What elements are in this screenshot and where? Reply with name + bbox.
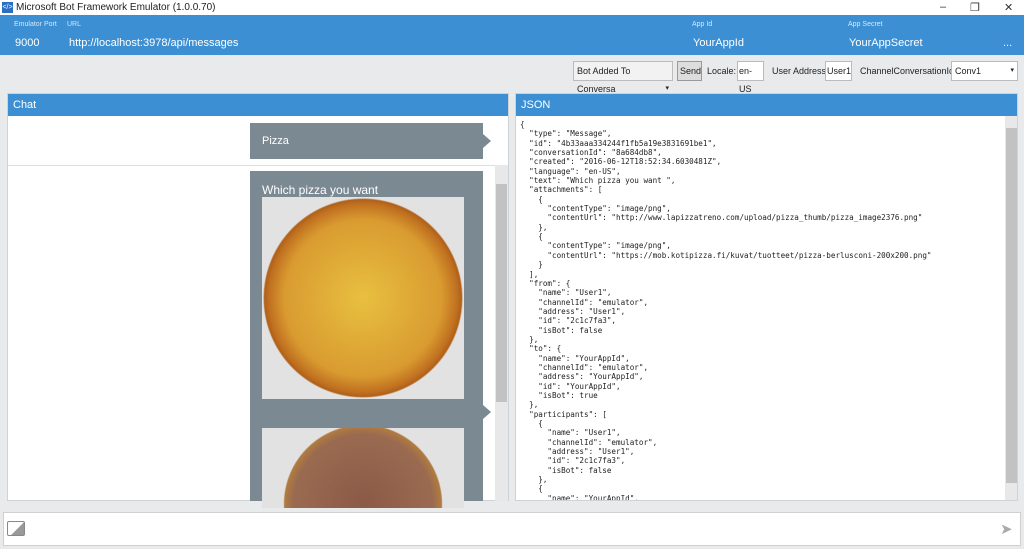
json-line: "contentType": "image/png", — [520, 241, 671, 251]
json-line: "name": "YourAppId", — [520, 493, 639, 501]
json-line: "id": "2c1c7fa3", — [520, 456, 626, 466]
more-button[interactable]: ... — [1003, 37, 1012, 49]
window-title: Microsoft Bot Framework Emulator (1.0.0.… — [16, 2, 216, 13]
send-activity-button[interactable]: Send — [677, 61, 702, 81]
app-icon: </> — [2, 2, 13, 13]
conversation-id-value: Conv1 — [955, 66, 982, 76]
message-input[interactable] — [32, 517, 982, 543]
json-line: }, — [520, 475, 548, 485]
json-line: "attachments": [ — [520, 185, 603, 195]
json-line: ], — [520, 269, 539, 279]
json-line: "name": "User1", — [520, 288, 612, 298]
json-line: "name": "YourAppId", — [520, 353, 630, 363]
json-line: "channelId": "emulator", — [520, 437, 658, 447]
json-line: }, — [520, 222, 548, 232]
json-line: "conversationId": "8a684db8", — [520, 148, 662, 158]
user-address-field[interactable]: User1 — [825, 61, 852, 81]
chat-panel: Chat Pizza Which pizza you want — [7, 93, 509, 508]
json-line: "id": "YourAppId", — [520, 381, 621, 391]
json-line: "id": "4b33aaa334244f1fb5a19e3831691be1"… — [520, 138, 717, 148]
json-line: "isBot": false — [520, 325, 603, 335]
json-line: { — [520, 419, 543, 428]
user-address-label: User Address: — [772, 66, 829, 76]
json-line: "address": "User1", — [520, 447, 635, 457]
chat-scrollbar-thumb[interactable] — [496, 184, 507, 402]
bot-message-bubble[interactable]: Which pizza you want — [250, 171, 483, 508]
minimize-button[interactable]: – — [940, 1, 946, 13]
json-line: "text": "Which pizza you want ", — [520, 176, 676, 186]
activity-select[interactable]: Bot Added To Conversa ▾ — [573, 61, 673, 94]
json-content: { "type": "Message", "id": "4b33aaa33424… — [520, 120, 932, 501]
user-message-text: Pizza — [262, 135, 289, 147]
json-line: "contentUrl": "http://www.lapizzatreno.c… — [520, 213, 923, 223]
pizza-image-2[interactable] — [262, 428, 464, 508]
json-line: } — [520, 260, 543, 270]
json-scrollbar-thumb[interactable] — [1006, 128, 1017, 483]
json-line: "isBot": true — [520, 390, 598, 400]
json-line: "name": "User1", — [520, 428, 621, 438]
json-line: "channelId": "emulator", — [520, 297, 649, 307]
json-line: "language": "en-US", — [520, 166, 621, 176]
bubble-arrow — [483, 405, 491, 419]
bubble-arrow — [483, 134, 491, 148]
appid-label: App Id — [692, 21, 713, 28]
json-line: "contentUrl": "https://mob.kotipizza.fi/… — [520, 250, 932, 260]
bot-message-text: Which pizza you want — [262, 183, 379, 197]
locale-label: Locale: — [707, 66, 737, 76]
user-message-bubble[interactable]: Pizza — [250, 123, 483, 159]
close-button[interactable]: ✕ — [1004, 1, 1013, 14]
url-field[interactable]: http://localhost:3978/api/messages — [69, 37, 238, 49]
port-label: Emulator Port — [14, 21, 57, 28]
json-line: "address": "YourAppId", — [520, 372, 644, 382]
chat-scrollbar[interactable] — [495, 165, 508, 501]
json-line: }, — [520, 334, 539, 344]
connection-header: Emulator Port 9000 URL http://localhost:… — [0, 15, 1024, 55]
json-line: "address": "User1", — [520, 306, 626, 316]
json-line: { — [520, 484, 543, 494]
json-panel-title: JSON — [516, 94, 1017, 116]
url-label: URL — [67, 21, 82, 28]
json-line: "from": { — [520, 278, 571, 288]
message-divider — [8, 165, 495, 166]
secret-label: App Secret — [848, 21, 883, 28]
json-line: "participants": [ — [520, 409, 607, 419]
locale-field[interactable]: en-US — [737, 61, 764, 94]
json-line: { — [520, 120, 525, 129]
port-field[interactable]: 9000 — [15, 37, 39, 49]
json-line: "created": "2016-06-12T18:52:34.6030481Z… — [520, 157, 722, 167]
send-icon[interactable]: ➤ — [1000, 520, 1013, 538]
json-line: "channelId": "emulator", — [520, 362, 649, 372]
json-line: "to": { — [520, 344, 562, 354]
appid-field[interactable]: YourAppId — [693, 37, 744, 49]
conversation-id-label: ChannelConversationId: — [860, 66, 957, 76]
json-line: "id": "2c1c7fa3", — [520, 316, 617, 326]
json-line: "contentType": "image/png", — [520, 204, 671, 214]
title-bar: </> Microsoft Bot Framework Emulator (1.… — [0, 0, 1024, 15]
image-attach-icon[interactable] — [7, 521, 25, 536]
conversation-id-select[interactable]: Conv1 ▾ — [951, 61, 1018, 81]
chevron-down-icon: ▾ — [1010, 67, 1014, 74]
activity-select-value: Bot Added To Conversa — [577, 66, 631, 94]
json-line: { — [520, 194, 543, 204]
pizza-image-1[interactable] — [262, 197, 464, 399]
json-panel: JSON { "type": "Message", "id": "4b33aaa… — [515, 93, 1018, 501]
chat-panel-title: Chat — [8, 94, 508, 116]
json-line: { — [520, 232, 543, 242]
restore-button[interactable]: ❐ — [970, 1, 980, 14]
json-line: "isBot": false — [520, 465, 612, 475]
secret-field[interactable]: YourAppSecret — [849, 37, 923, 49]
json-line: }, — [520, 400, 539, 410]
message-input-bar: ➤ — [3, 512, 1021, 546]
json-line: "type": "Message", — [520, 129, 612, 139]
json-scrollbar[interactable] — [1005, 116, 1017, 500]
